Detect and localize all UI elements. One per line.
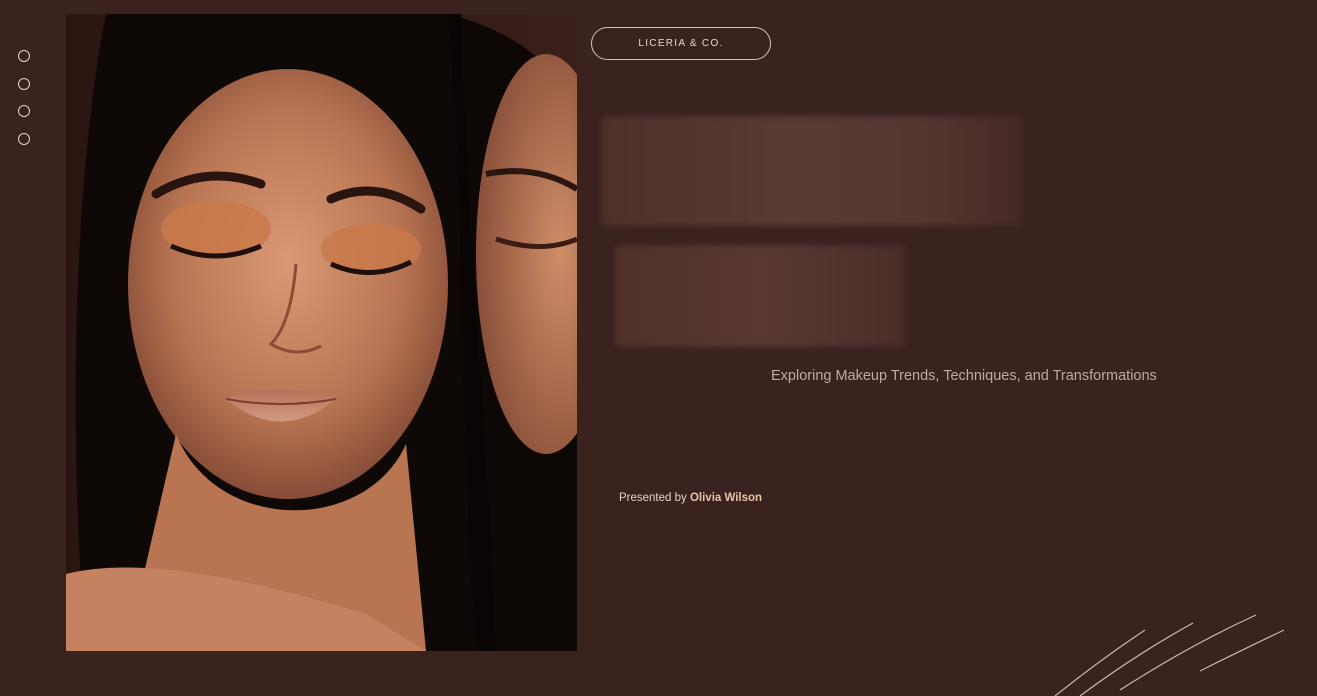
title-line-2-placeholder [615, 245, 905, 347]
nav-dot-2-icon[interactable] [18, 77, 30, 90]
hero-subtitle: Exploring Makeup Trends, Techniques, and… [771, 368, 1157, 384]
brand-label: LICERIA & CO. [638, 38, 724, 49]
hero-portrait-image [66, 14, 577, 651]
brand-button[interactable]: LICERIA & CO. [591, 27, 771, 60]
presenter-credit: Presented by Olivia Wilson [619, 492, 762, 504]
title-line-1-placeholder [602, 116, 1022, 226]
nav-dot-1-icon[interactable] [18, 50, 30, 62]
presenter-name: Olivia Wilson [689, 492, 763, 504]
curved-lines-icon [1054, 614, 1285, 696]
presented-prefix: Presented by [619, 492, 687, 504]
nav-dot-4-icon[interactable] [18, 132, 30, 145]
slide-navigation [18, 50, 30, 145]
nav-dot-3-icon[interactable] [18, 105, 30, 117]
slide-page: LICERIA & CO. Exploring Makeup Trends, T… [0, 0, 1317, 696]
